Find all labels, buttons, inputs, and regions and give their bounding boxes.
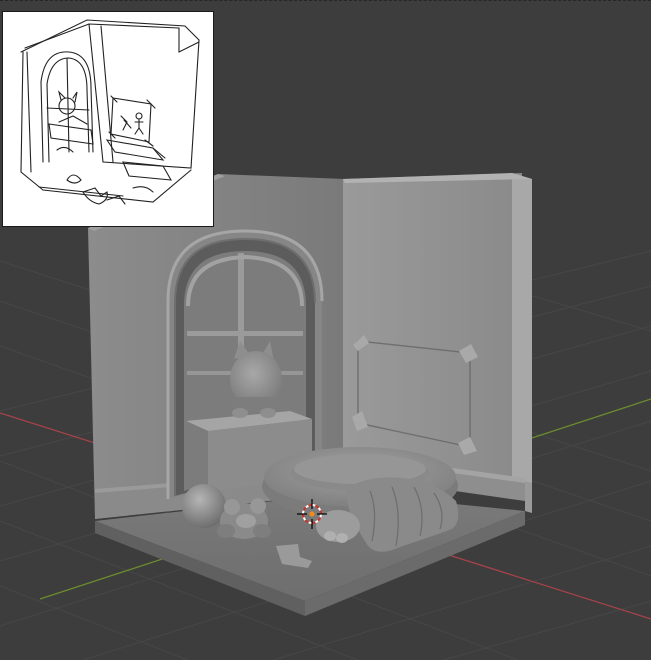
teddy-bear[interactable]: [217, 498, 271, 539]
ball[interactable]: [182, 484, 226, 528]
reference-sketch-image[interactable]: [2, 11, 214, 227]
reference-sketch: [20, 19, 200, 205]
3d-viewport[interactable]: [0, 0, 651, 660]
